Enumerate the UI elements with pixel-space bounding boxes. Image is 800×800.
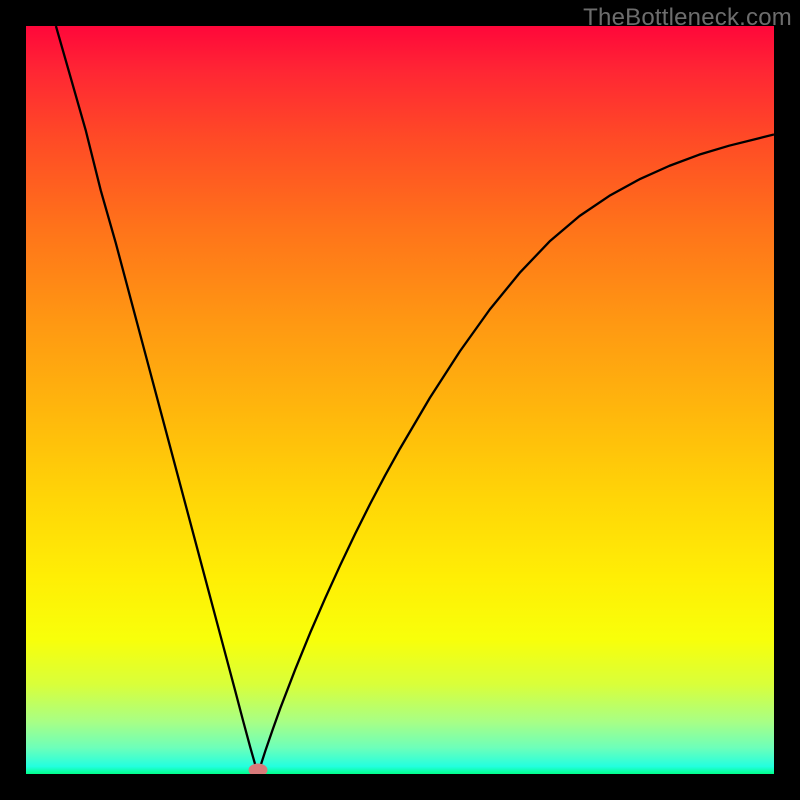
- chart-container: TheBottleneck.com: [0, 0, 800, 800]
- plot-area: [26, 26, 774, 774]
- bottleneck-curve: [26, 26, 774, 774]
